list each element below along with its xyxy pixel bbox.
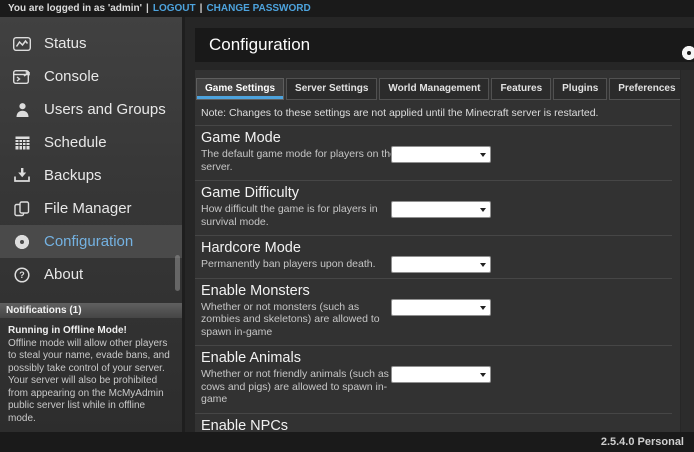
top-bar: You are logged in as 'admin' | LOGOUT | …: [0, 0, 694, 17]
svg-text:?: ?: [19, 270, 25, 280]
sidebar-item-label: Console: [44, 68, 99, 85]
setting-title: Game Difficulty: [201, 185, 672, 201]
question-circle-icon: ?: [13, 266, 31, 284]
mcmyadmin-window: You are logged in as 'admin' | LOGOUT | …: [0, 0, 694, 452]
sidebar-item-about[interactable]: ? About: [0, 258, 182, 291]
setting-row-game-difficulty: Game Difficulty How difficult the game i…: [195, 180, 672, 235]
settings-list: Game Mode The default game mode for play…: [195, 125, 672, 432]
tab-server-settings[interactable]: Server Settings: [286, 78, 377, 100]
enable-animals-select[interactable]: [391, 366, 491, 383]
setting-title: Enable NPCs: [201, 418, 672, 433]
tab-plugins[interactable]: Plugins: [553, 78, 607, 100]
sidebar: Status Console Users and Groups: [0, 17, 185, 432]
notifications-header: Notifications (1): [0, 303, 182, 318]
setting-description: How difficult the game is for players in…: [201, 203, 401, 228]
setting-description: Permanently ban players upon death.: [201, 258, 401, 271]
setting-title: Enable Monsters: [201, 283, 672, 299]
sidebar-item-users-and-groups[interactable]: Users and Groups: [0, 93, 182, 126]
tab-bar: Game Settings Server Settings World Mana…: [195, 70, 694, 100]
chevron-down-icon: [480, 153, 486, 157]
setting-title: Enable Animals: [201, 350, 672, 366]
separator: |: [200, 3, 203, 14]
status-chart-icon: [13, 35, 31, 53]
chevron-down-icon: [480, 306, 486, 310]
setting-title: Game Mode: [201, 130, 672, 146]
sidebar-scrollbar-thumb[interactable]: [175, 255, 180, 291]
sidebar-item-label: Status: [44, 35, 87, 52]
sidebar-nav: Status Console Users and Groups: [0, 17, 182, 291]
restart-note: Note: Changes to these settings are not …: [195, 100, 694, 125]
tab-preferences[interactable]: Preferences: [609, 78, 684, 100]
sidebar-item-console[interactable]: Console: [0, 60, 182, 93]
separator: |: [146, 3, 149, 14]
status-bar: 2.5.4.0 Personal: [0, 432, 694, 452]
setting-row-game-mode: Game Mode The default game mode for play…: [195, 125, 672, 180]
tab-world-management[interactable]: World Management: [379, 78, 489, 100]
tab-features[interactable]: Features: [491, 78, 551, 100]
chevron-down-icon: [480, 373, 486, 377]
game-mode-select[interactable]: [391, 146, 491, 163]
change-password-link[interactable]: CHANGE PASSWORD: [206, 3, 310, 14]
chevron-down-icon: [480, 263, 486, 267]
sidebar-item-label: Users and Groups: [44, 101, 166, 118]
enable-monsters-select[interactable]: [391, 299, 491, 316]
setting-row-hardcore-mode: Hardcore Mode Permanently ban players up…: [195, 235, 672, 278]
setting-description: The default game mode for players on the…: [201, 148, 401, 173]
sidebar-item-backups[interactable]: Backups: [0, 159, 182, 192]
notification-title: Running in Offline Mode!: [8, 325, 174, 338]
hardcore-mode-select[interactable]: [391, 256, 491, 273]
configuration-panel: Game Settings Server Settings World Mana…: [195, 70, 694, 432]
page-header: Configuration: [195, 28, 694, 62]
users-icon: [13, 101, 31, 119]
tab-game-settings[interactable]: Game Settings: [196, 78, 284, 100]
setting-row-enable-monsters: Enable Monsters Whether or not monsters …: [195, 278, 672, 346]
notification-body-text: Offline mode will allow other players to…: [8, 338, 174, 426]
sidebar-item-configuration[interactable]: Configuration: [0, 225, 182, 258]
setting-row-enable-animals: Enable Animals Whether or not friendly a…: [195, 345, 672, 413]
sidebar-item-status[interactable]: Status: [0, 27, 182, 60]
game-difficulty-select[interactable]: [391, 201, 491, 218]
sidebar-item-schedule[interactable]: Schedule: [0, 126, 182, 159]
setting-title: Hardcore Mode: [201, 240, 672, 256]
setting-description: Whether or not monsters (such as zombies…: [201, 301, 401, 339]
sidebar-item-label: About: [44, 266, 83, 283]
setting-row-enable-npcs: Enable NPCs Whether or not friendly mobs…: [195, 413, 672, 433]
sidebar-item-file-manager[interactable]: File Manager: [0, 192, 182, 225]
pages-icon: [13, 200, 31, 218]
logout-link[interactable]: LOGOUT: [153, 3, 196, 14]
content-scrollbar[interactable]: [680, 70, 694, 432]
sidebar-item-label: Schedule: [44, 134, 107, 151]
setting-description: Whether or not friendly animals (such as…: [201, 368, 401, 406]
sidebar-item-label: Configuration: [44, 233, 133, 250]
page-title: Configuration: [195, 35, 681, 55]
gear-icon: [13, 233, 31, 251]
logged-in-text: You are logged in as 'admin': [8, 3, 142, 14]
notification-item: Running in Offline Mode! Offline mode wi…: [0, 318, 182, 432]
calendar-icon: [13, 134, 31, 152]
main-area: Configuration Game Settings Server Setti…: [185, 17, 694, 432]
sidebar-item-label: File Manager: [44, 200, 132, 217]
download-tray-icon: [13, 167, 31, 185]
sidebar-item-label: Backups: [44, 167, 102, 184]
chevron-down-icon: [480, 208, 486, 212]
console-icon: [13, 68, 31, 86]
version-label: 2.5.4.0 Personal: [601, 436, 684, 448]
